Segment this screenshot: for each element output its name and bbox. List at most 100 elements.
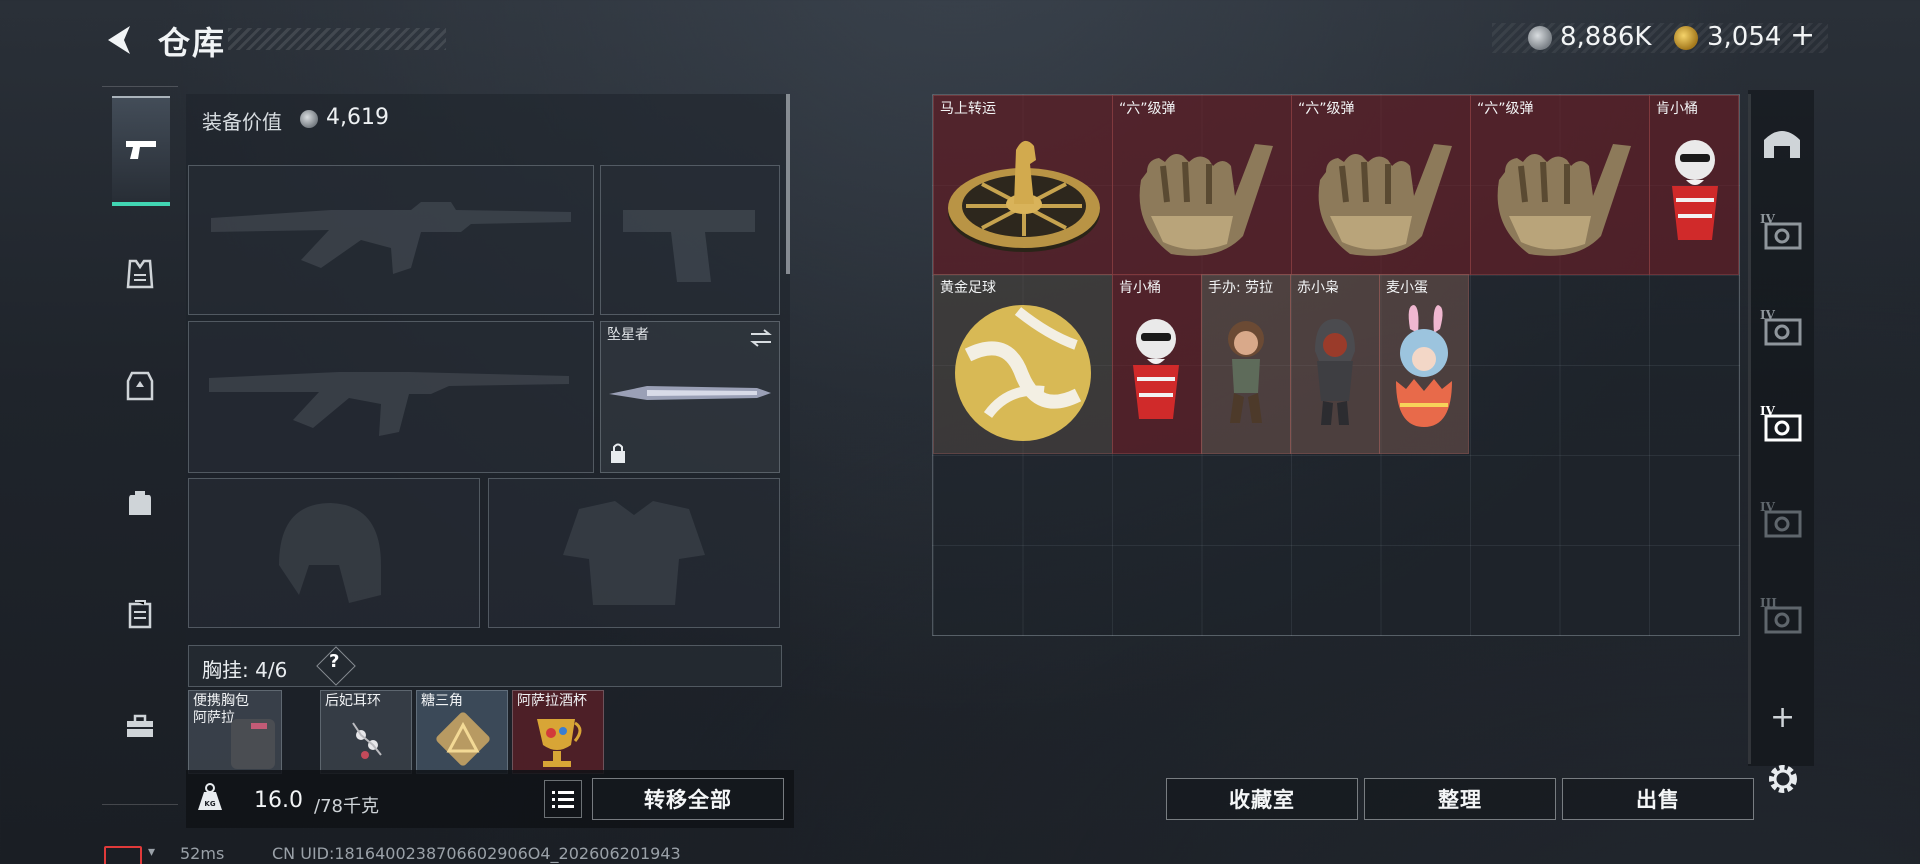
figurine-egg-icon (1396, 305, 1452, 427)
storage-item-name: 肯小桶 (1119, 280, 1161, 296)
storage-item[interactable]: 黄金足球 (933, 274, 1113, 454)
primary-weapon-slot[interactable] (188, 165, 594, 315)
list-view-button[interactable] (544, 780, 582, 818)
tab-toolbox[interactable] (112, 698, 168, 754)
gear-icon[interactable] (1764, 760, 1802, 798)
rail-scrollbar[interactable] (1748, 94, 1751, 764)
collection-room-button[interactable]: 收藏室 (1166, 778, 1358, 820)
case-tier-label: IV (1760, 404, 1775, 418)
chest-rig-count: 4/6 (255, 658, 288, 682)
storage-item[interactable]: “六”级弹 (1112, 95, 1292, 275)
equip-value: 4,619 (326, 105, 389, 130)
storage-case-tab[interactable]: IV (1760, 308, 1804, 348)
toolbox-icon (127, 714, 153, 737)
storage-case-tab[interactable]: IV (1760, 212, 1804, 252)
storage-item[interactable]: 马上转运 (933, 95, 1113, 275)
figurine-bucket-icon (1133, 319, 1179, 419)
chest-rig-title: 胸挂: (202, 658, 256, 682)
safehouse-icon[interactable] (1760, 124, 1804, 160)
storage-item[interactable]: 肯小桶 (1649, 95, 1739, 275)
helmet-slot[interactable] (188, 478, 480, 628)
help-button[interactable]: ? (329, 651, 339, 672)
weight-current: 16.0 (254, 788, 303, 813)
tab-chest-rig[interactable] (112, 358, 168, 414)
storage-item-name: 麦小蛋 (1386, 280, 1428, 296)
rifle-silhouette-icon (209, 372, 569, 436)
chest-item-name: 后妃耳环 (325, 693, 381, 709)
storage-item[interactable]: 手办: 劳拉 (1201, 274, 1291, 454)
bullet-fist-icon (1497, 144, 1631, 256)
storage-item-name: “六”级弹 (1477, 101, 1534, 117)
storage-grid[interactable]: 马上转运 “六”级弹 “六”级弹 “六”级弹 肯小桶 黄金足球 肯小桶 手办: … (932, 94, 1740, 636)
chest-item[interactable]: 阿萨拉酒杯 (512, 690, 604, 774)
chest-item-name: 阿萨拉酒杯 (517, 693, 587, 709)
storage-item-name: 手办: 劳拉 (1208, 280, 1274, 296)
storage-item[interactable]: 麦小蛋 (1379, 274, 1469, 454)
storage-case-tab-active[interactable]: IV (1760, 404, 1804, 444)
equip-value-label: 装备价值 (202, 110, 282, 134)
case-tier-label: IV (1760, 308, 1775, 322)
storage-item[interactable]: “六”级弹 (1470, 95, 1650, 275)
title-decoration (228, 28, 446, 50)
sell-button[interactable]: 出售 (1562, 778, 1754, 820)
tab-backpack[interactable] (112, 474, 168, 530)
storage-case-tab[interactable]: IV (1760, 500, 1804, 540)
chest-item[interactable]: 后妃耳环 (320, 690, 412, 774)
storage-item-name: “六”级弹 (1119, 101, 1176, 117)
bullet-fist-icon (1139, 144, 1273, 256)
secondary-weapon-slot[interactable] (188, 321, 594, 473)
loadout-scrollbar[interactable] (786, 94, 790, 274)
swap-icon (750, 329, 772, 347)
melee-name: 坠星者 (607, 327, 649, 343)
chest-item[interactable]: 便携胸包 阿萨拉 (188, 690, 282, 774)
page-title: 仓库 (158, 24, 227, 62)
gold-coin-icon (1674, 26, 1698, 50)
knife-icon (609, 386, 771, 400)
chest-rig-icon (126, 371, 154, 401)
chest-item[interactable]: 糖三角 (416, 690, 508, 774)
case-tier-label: III (1760, 596, 1777, 610)
bullet-fist-icon (1318, 144, 1452, 256)
chest-rig-label: 胸挂: 4/6 (202, 654, 287, 683)
storage-item-name: 黄金足球 (940, 280, 996, 296)
transfer-all-button[interactable]: 转移全部 (592, 778, 784, 820)
pouch-icon (231, 719, 275, 769)
lock-icon (611, 443, 625, 463)
add-storage-button[interactable]: + (1770, 700, 1795, 735)
silver-coin-icon (300, 110, 318, 128)
silver-coin-icon (1528, 26, 1552, 50)
tab-armor[interactable] (112, 246, 168, 302)
silver-currency-value: 8,886K (1560, 22, 1652, 52)
armor-silhouette-icon (563, 501, 705, 605)
tab-weapons[interactable] (112, 96, 170, 206)
figurine-lara-icon (1228, 321, 1264, 423)
storage-item[interactable]: “六”级弹 (1291, 95, 1471, 275)
figurine-hooded-icon (1315, 319, 1355, 425)
golden-football-icon (955, 305, 1091, 441)
tab-case[interactable] (112, 586, 168, 642)
storage-item[interactable]: 赤小枭 (1290, 274, 1380, 454)
storage-item-name: 赤小枭 (1297, 280, 1339, 296)
triangle-candy-icon (436, 712, 490, 766)
storage-case-tab[interactable]: III (1760, 596, 1804, 636)
storage-item-name: “六”级弹 (1298, 101, 1355, 117)
melee-slot[interactable]: 坠星者 (600, 321, 780, 473)
rifle-silhouette-icon (211, 202, 571, 274)
back-arrow-icon[interactable] (100, 20, 140, 60)
add-currency-button[interactable]: + (1790, 18, 1815, 53)
armor-slot[interactable] (488, 478, 780, 628)
svg-text:KG: KG (204, 800, 215, 808)
storage-item-name: 肯小桶 (1656, 101, 1698, 117)
wifi-icon: ▾ (148, 844, 156, 860)
storage-item[interactable]: 肯小桶 (1112, 274, 1202, 454)
user-uid: CN UID:1816400238706602906O4_20260620194… (272, 844, 681, 863)
figurine-bucket-icon (1672, 140, 1718, 240)
sidebar-divider (102, 86, 178, 87)
organize-button[interactable]: 整理 (1364, 778, 1556, 820)
pistol-icon (126, 141, 156, 159)
vest-icon (126, 259, 154, 289)
goblet-icon (537, 719, 582, 767)
sidearm-slot[interactable] (600, 165, 780, 315)
case-icon (128, 600, 152, 629)
chest-item-name: 糖三角 (421, 693, 463, 709)
